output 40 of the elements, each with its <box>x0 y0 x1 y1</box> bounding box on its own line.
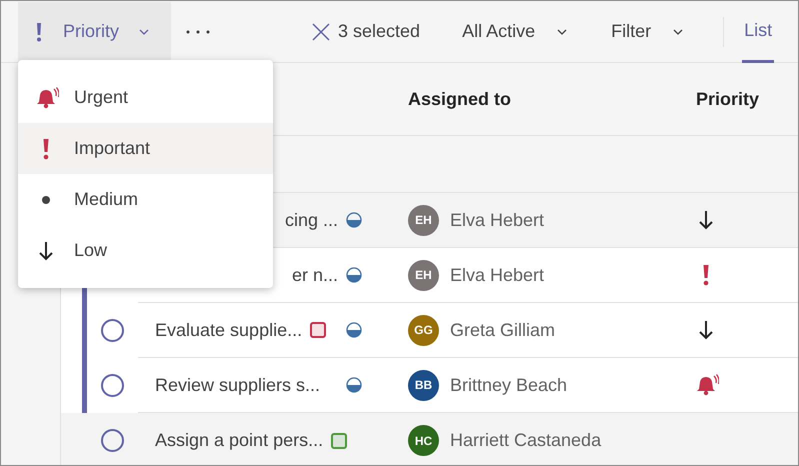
chevron-icon <box>673 28 684 34</box>
avatar: EH <box>408 260 439 290</box>
exclamation-icon <box>42 138 50 160</box>
avatar: EH <box>408 204 439 236</box>
avatar: GG <box>408 314 439 346</box>
task-checkbox[interactable] <box>101 429 124 452</box>
view-dropdown[interactable]: Filter <box>611 18 684 45</box>
column-header: Priority <box>696 88 760 111</box>
menu-item[interactable]: Urgent <box>18 72 273 123</box>
column-header: Assigned to <box>408 88 512 111</box>
task-title[interactable]: cing ... <box>284 206 338 234</box>
task-checkbox[interactable] <box>101 319 124 342</box>
task-row[interactable]: Review suppliers s... BB Brittney Beach <box>61 358 798 413</box>
menu-item[interactable]: Important <box>18 123 273 174</box>
task-row[interactable]: Evaluate supplie... GG Greta Gilliam <box>61 303 798 358</box>
menu-item[interactable]: Low <box>18 225 273 276</box>
task-checkbox[interactable] <box>101 374 124 397</box>
task-title[interactable]: Assign a point pers... <box>155 427 324 454</box>
priority-button[interactable]: Priority <box>18 2 171 62</box>
avatar: HC <box>408 425 439 456</box>
task-title[interactable]: er n... <box>292 262 338 288</box>
assignee-name: Greta Gilliam <box>450 318 556 342</box>
menu-item[interactable]: Medium <box>18 174 273 225</box>
chevron-icon <box>139 28 150 34</box>
assignee-name: Elva Hebert <box>450 264 544 286</box>
down-arrow-icon <box>38 240 54 260</box>
view-dropdown[interactable]: All Active <box>462 18 568 45</box>
exclamation-icon <box>35 22 43 42</box>
close-icon <box>312 22 330 40</box>
assignee-name: Elva Hebert <box>450 208 544 232</box>
clear-selection-button[interactable]: 3 selected <box>312 18 420 45</box>
task-title[interactable]: Evaluate supplie... <box>155 316 302 344</box>
assignee-name: Harriett Castaneda <box>450 429 602 452</box>
dot-icon <box>41 194 51 204</box>
chevron-icon <box>557 28 568 34</box>
more-icon <box>186 30 210 34</box>
list-tab[interactable]: List <box>742 1 774 62</box>
task-title[interactable]: Review suppliers s... <box>155 372 320 398</box>
assignee-name: Brittney Beach <box>450 374 568 397</box>
avatar: BB <box>408 370 439 400</box>
